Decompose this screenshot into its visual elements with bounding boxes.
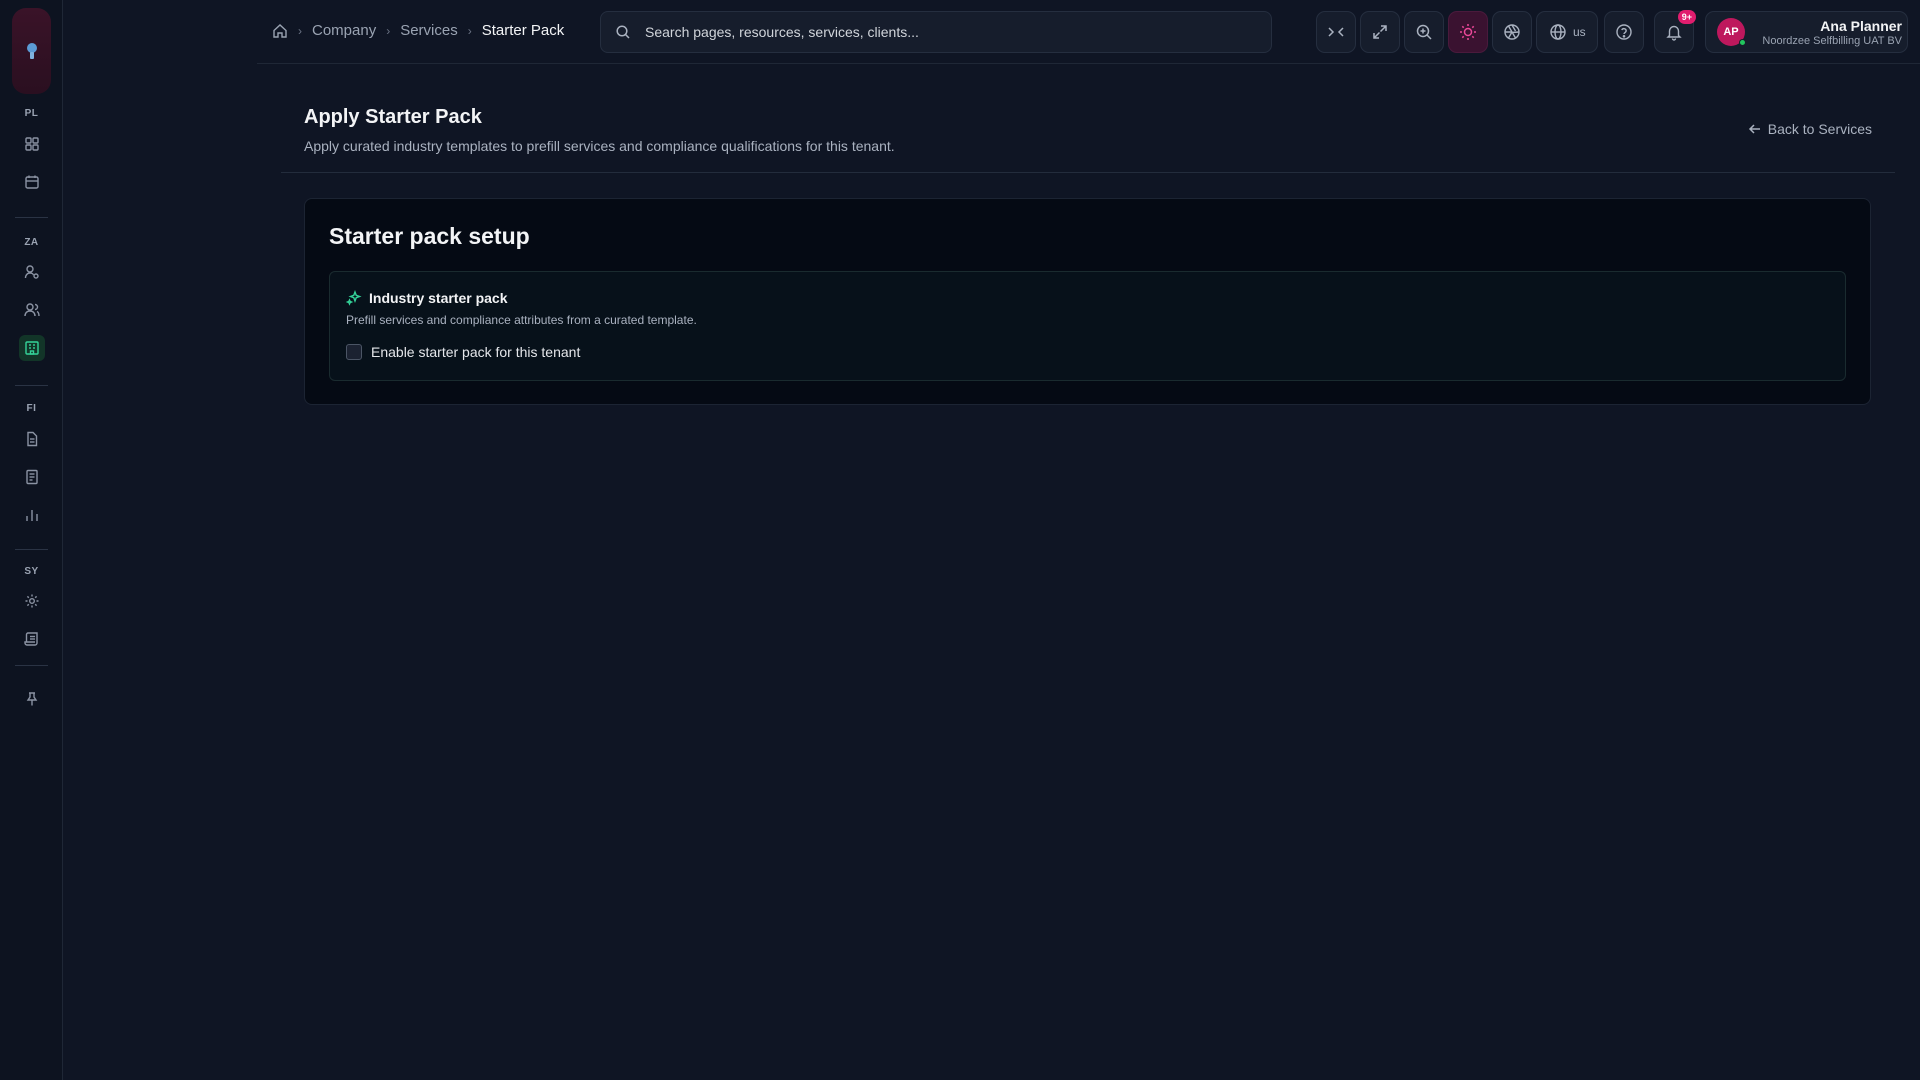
users-icon[interactable]	[19, 297, 45, 323]
notification-badge: 9+	[1677, 10, 1696, 24]
breadcrumb-services[interactable]: Services	[400, 22, 458, 39]
chevron-right-icon: ›	[298, 23, 302, 38]
language-code: us	[1573, 25, 1586, 39]
collapse-button[interactable]	[1316, 11, 1356, 53]
expand-icon	[1373, 25, 1387, 39]
bar-chart-icon[interactable]	[19, 502, 45, 528]
avatar-initials: AP	[1723, 26, 1739, 38]
sidebar-divider	[15, 217, 48, 218]
globe-icon	[1550, 24, 1566, 40]
section-title: Industry starter pack	[369, 290, 508, 306]
language-selector[interactable]: us	[1536, 11, 1598, 53]
checkbox-label: Enable starter pack for this tenant	[371, 344, 581, 360]
home-icon[interactable]	[272, 23, 288, 39]
notifications-button[interactable]: 9+	[1654, 10, 1696, 53]
search-icon	[616, 25, 630, 39]
sidebar-section-label: SY	[24, 566, 39, 577]
document-icon[interactable]	[19, 426, 45, 452]
collapse-icon	[1328, 27, 1344, 37]
theme-toggle-button[interactable]	[1448, 11, 1488, 53]
user-menu[interactable]: AP Ana Planner Noordzee Selfbilling UAT …	[1705, 11, 1908, 53]
zoom-button[interactable]	[1404, 11, 1444, 53]
help-icon	[1616, 24, 1632, 40]
scroll-icon[interactable]	[19, 626, 45, 652]
sidebar: PL ZA FI SY	[0, 0, 63, 1080]
user-org: Noordzee Selfbilling UAT BV	[1762, 34, 1902, 47]
page-subtitle: Apply curated industry templates to pref…	[304, 138, 895, 154]
calendar-icon[interactable]	[19, 169, 45, 195]
breadcrumb-company[interactable]: Company	[312, 22, 376, 39]
building-icon[interactable]	[19, 335, 45, 361]
section-description: Prefill services and compliance attribut…	[346, 313, 697, 327]
zoom-in-icon	[1416, 24, 1432, 40]
back-link-label: Back to Services	[1767, 121, 1872, 137]
sidebar-divider	[15, 665, 48, 666]
page-divider	[281, 172, 1895, 173]
breadcrumb: › Company › Services › Starter Pack	[272, 22, 564, 39]
aperture-button[interactable]	[1492, 11, 1532, 53]
user-settings-icon[interactable]	[19, 259, 45, 285]
arrow-left-icon	[1748, 124, 1760, 134]
sidebar-section-label: ZA	[24, 237, 39, 248]
sun-icon	[1460, 24, 1476, 40]
chevron-right-icon: ›	[467, 23, 472, 38]
industry-starter-pack-panel: Industry starter pack Prefill services a…	[329, 271, 1846, 381]
starter-pack-card: Starter pack setup Industry starter pack…	[304, 198, 1871, 405]
logo-icon	[26, 43, 37, 59]
sidebar-divider	[15, 385, 48, 386]
pin-icon[interactable]	[19, 686, 45, 712]
aperture-icon	[1504, 24, 1520, 40]
sidebar-section-label: PL	[24, 108, 39, 119]
breadcrumb-current: Starter Pack	[481, 22, 565, 39]
sidebar-section-label: FI	[26, 403, 37, 414]
app-logo[interactable]	[12, 8, 51, 94]
back-to-services-link[interactable]: Back to Services	[1748, 121, 1872, 137]
chevron-right-icon: ›	[386, 23, 391, 38]
search-bar[interactable]	[600, 11, 1272, 53]
page-title: Apply Starter Pack	[304, 106, 482, 128]
gear-icon[interactable]	[19, 588, 45, 614]
sidebar-divider	[15, 549, 48, 550]
enable-starter-pack-row[interactable]: Enable starter pack for this tenant	[346, 344, 580, 360]
fullscreen-button[interactable]	[1360, 11, 1400, 53]
invoice-icon[interactable]	[19, 464, 45, 490]
search-input[interactable]	[645, 24, 1245, 40]
top-header: › Company › Services › Starter Pack us 9…	[257, 0, 1920, 64]
avatar: AP	[1717, 18, 1746, 46]
user-name: Ana Planner	[1820, 17, 1902, 34]
enable-starter-pack-checkbox[interactable]	[346, 344, 362, 360]
bell-icon	[1666, 25, 1682, 41]
online-status-dot	[1739, 39, 1746, 46]
help-button[interactable]	[1604, 11, 1644, 53]
sparkles-icon	[346, 290, 362, 306]
card-title: Starter pack setup	[329, 223, 530, 249]
dashboard-icon[interactable]	[19, 131, 45, 157]
